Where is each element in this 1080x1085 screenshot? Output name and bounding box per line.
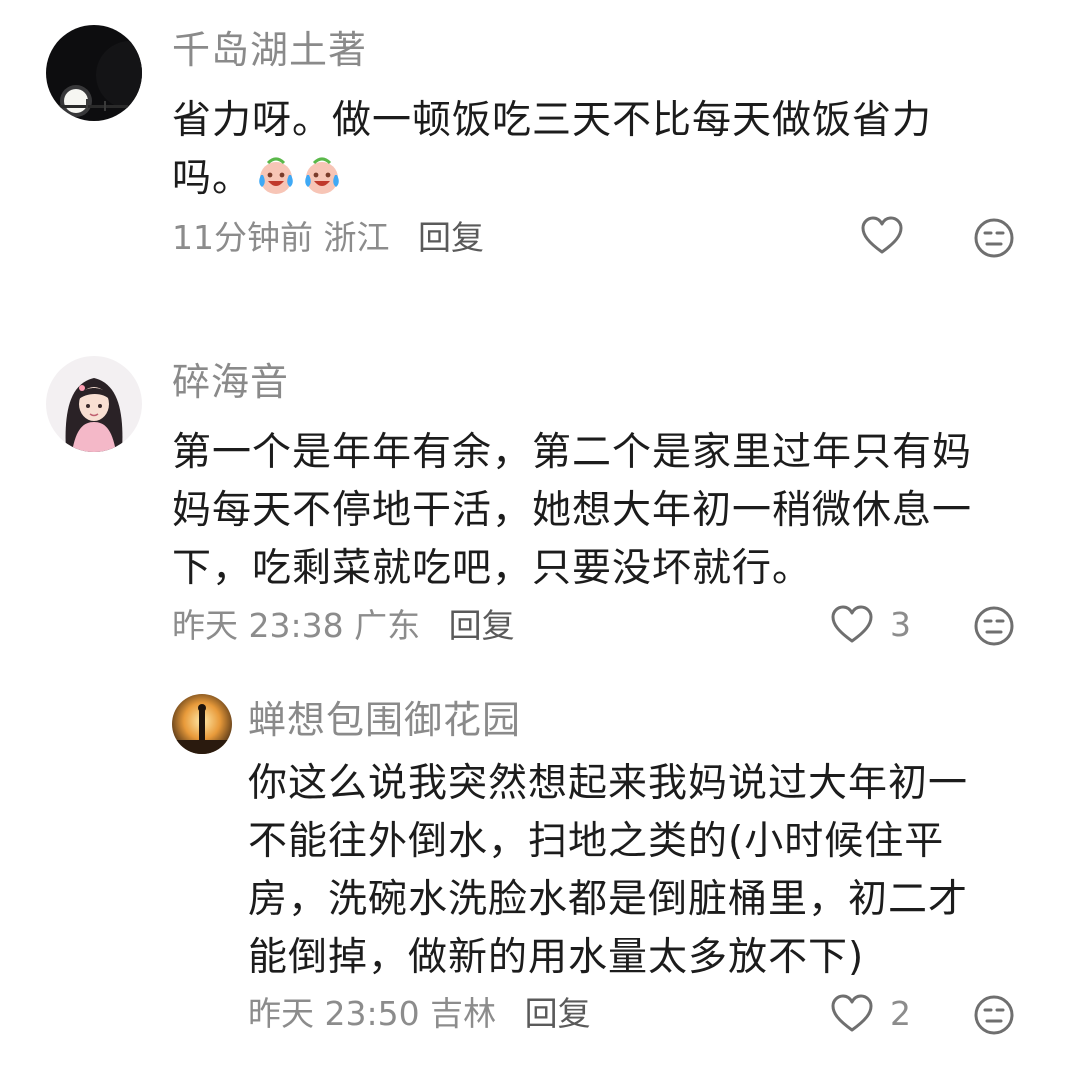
comment-time: 昨天 23:50 (248, 994, 420, 1033)
username[interactable]: 蝉想包围御花园 (248, 698, 521, 742)
reply-item: 蝉想包围御花园 你这么说我突然想起来我妈说过大年初一 不能往外倒水，扫地之类的(… (0, 0, 1080, 1085)
comment-line: 房，洗碗水洗脸水都是倒脏桶里，初二才 (248, 877, 969, 922)
avatar[interactable] (172, 694, 232, 754)
comment-line: 能倒掉，做新的用水量太多放不下) (248, 935, 865, 980)
comment-meta: 昨天 23:50 吉林 回复 (248, 994, 591, 1034)
neutral-face-icon (974, 995, 1014, 1035)
comment-text: 你这么说我突然想起来我妈说过大年初一 不能往外倒水，扫地之类的(小时候住平 房，… (248, 755, 968, 987)
avatar-sunset-silhouette-image (172, 694, 232, 754)
comment-line: 你这么说我突然想起来我妈说过大年初一 (248, 761, 969, 806)
comment-line: 不能往外倒水，扫地之类的(小时候住平 (248, 819, 945, 864)
like-count: 2 (890, 994, 911, 1033)
dislike-button[interactable] (973, 994, 1015, 1036)
heart-outline-icon (831, 994, 873, 1032)
like-button[interactable]: 2 (830, 994, 911, 1034)
comment-location: 吉林 (430, 994, 497, 1033)
reply-button[interactable]: 回复 (525, 994, 591, 1033)
